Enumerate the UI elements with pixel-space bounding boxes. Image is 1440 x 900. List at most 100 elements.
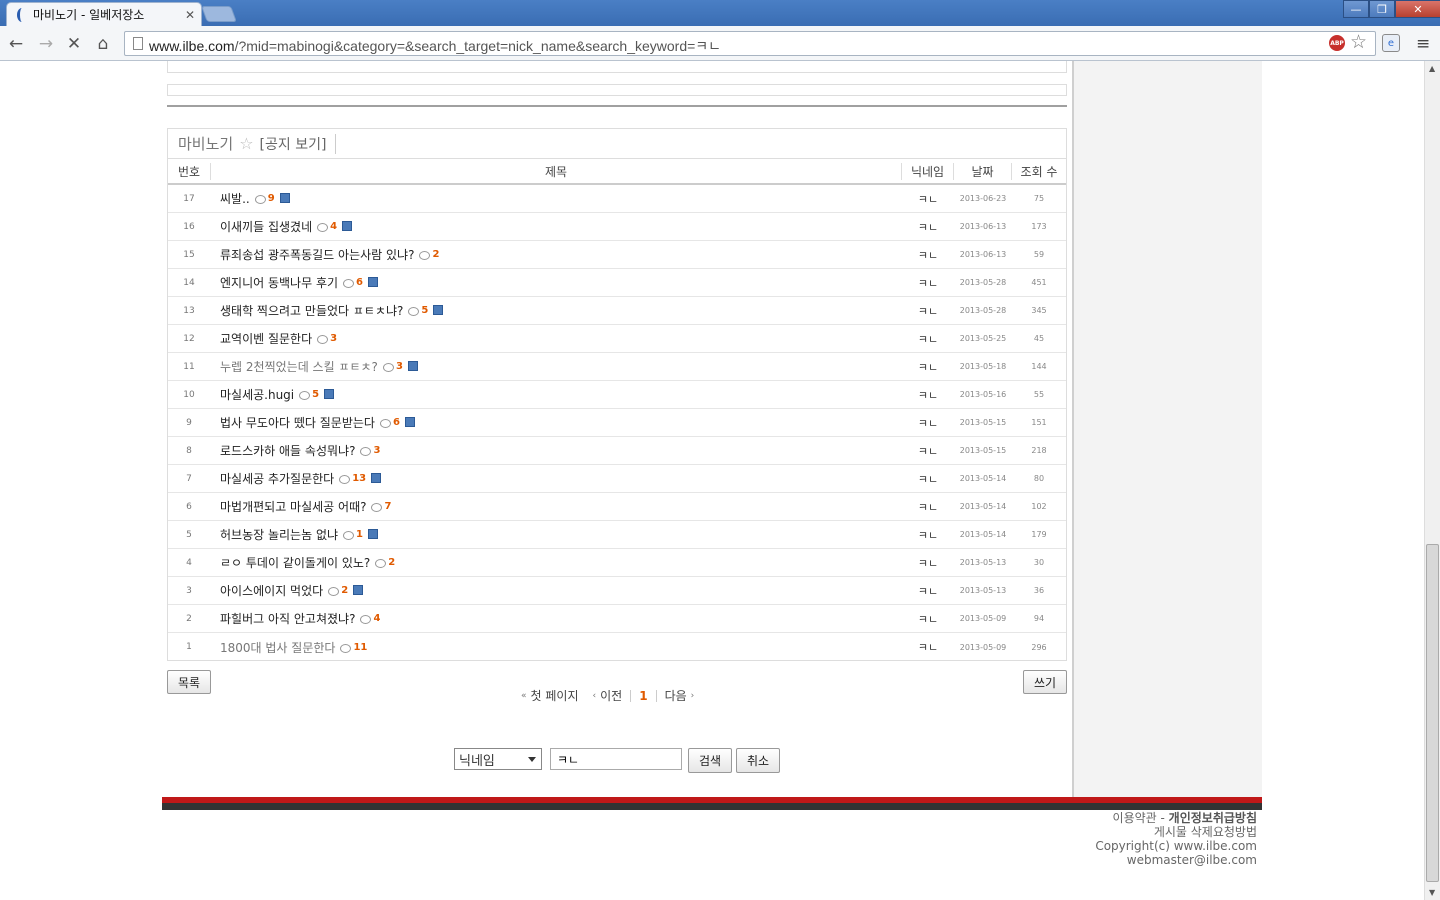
table-row[interactable]: 3 아이스에이지 먹었다 2 ㅋㄴ 2013-05-13 36 (168, 577, 1066, 605)
col-views[interactable]: 조회 수 (1012, 163, 1066, 180)
cancel-button[interactable]: 취소 (736, 748, 780, 773)
post-title-link[interactable]: 이새끼들 집생겼네 (220, 218, 312, 235)
post-title-cell[interactable]: 교역이벤 질문한다 3 (210, 330, 902, 347)
table-row[interactable]: 15 류죄송섭 광주폭동길드 아는사람 있냐? 2 ㅋㄴ 2013-06-13 59 (168, 241, 1066, 269)
browser-tab[interactable]: 마비노기 - 일베저장소 ✕ (6, 2, 202, 26)
post-title-link[interactable]: 엔지니어 동백나무 후기 (220, 274, 338, 291)
adblock-icon[interactable]: ABP (1329, 35, 1345, 51)
post-title-link[interactable]: 허브농장 놀리는놈 없냐 (220, 526, 338, 543)
terms-link[interactable]: 이용약관 (1113, 811, 1157, 825)
extension-icon[interactable]: e (1382, 34, 1400, 52)
back-icon[interactable]: ← (6, 34, 26, 54)
table-row[interactable]: 12 교역이벤 질문한다 3 ㅋㄴ 2013-05-25 45 (168, 325, 1066, 353)
post-author[interactable]: ㅋㄴ (902, 527, 954, 543)
post-author[interactable]: ㅋㄴ (902, 387, 954, 403)
table-row[interactable]: 13 생태학 찍으려고 만들었다 ㅍㅌㅊ냐? 5 ㅋㄴ 2013-05-28 345 (168, 297, 1066, 325)
post-title-link[interactable]: ㄹㅇ 투데이 같이돌게이 있노? (220, 554, 370, 571)
post-title-link[interactable]: 생태학 찍으려고 만들었다 ㅍㅌㅊ냐? (220, 302, 403, 319)
post-author[interactable]: ㅋㄴ (902, 639, 954, 655)
post-author[interactable]: ㅋㄴ (902, 247, 954, 263)
table-row[interactable]: 11 누렙 2천찍었는데 스킬 ㅍㅌㅊ? 3 ㅋㄴ 2013-05-18 144 (168, 353, 1066, 381)
address-bar[interactable]: www.ilbe.com/?mid=mabinogi&category=&sea… (124, 31, 1376, 56)
stop-icon[interactable]: ✕ (64, 34, 84, 54)
prev-page-link[interactable]: 이전 (600, 687, 622, 704)
post-title-link[interactable]: 파힐버그 아직 안고쳐졌냐? (220, 610, 355, 627)
post-author[interactable]: ㅋㄴ (902, 191, 954, 207)
search-input[interactable] (550, 748, 682, 770)
post-title-cell[interactable]: 파힐버그 아직 안고쳐졌냐? 4 (210, 610, 902, 627)
post-title-cell[interactable]: 아이스에이지 먹었다 2 (210, 582, 902, 599)
scroll-down-icon[interactable]: ▼ (1429, 888, 1435, 897)
post-title-cell[interactable]: ㄹㅇ 투데이 같이돌게이 있노? 2 (210, 554, 902, 571)
table-row[interactable]: 6 마법개편되고 마실세공 어때? 7 ㅋㄴ 2013-05-14 102 (168, 493, 1066, 521)
post-title-link[interactable]: 류죄송섭 광주폭동길드 아는사람 있냐? (220, 246, 414, 263)
post-author[interactable]: ㅋㄴ (902, 443, 954, 459)
table-row[interactable]: 5 허브농장 놀리는놈 없냐 1 ㅋㄴ 2013-05-14 179 (168, 521, 1066, 549)
table-row[interactable]: 7 마실세공 추가질문한다 13 ㅋㄴ 2013-05-14 80 (168, 465, 1066, 493)
col-date[interactable]: 날짜 (954, 162, 1012, 180)
write-button[interactable]: 쓰기 (1023, 670, 1067, 694)
scrollbar-thumb[interactable] (1426, 544, 1439, 882)
minimize-button[interactable]: — (1343, 0, 1369, 18)
post-title-link[interactable]: 아이스에이지 먹었다 (220, 582, 323, 599)
privacy-link[interactable]: 개인정보취급방침 (1169, 811, 1257, 825)
post-author[interactable]: ㅋㄴ (902, 471, 954, 487)
post-author[interactable]: ㅋㄴ (902, 611, 954, 627)
maximize-button[interactable]: ❐ (1369, 0, 1395, 18)
post-title-link[interactable]: 마법개편되고 마실세공 어때? (220, 498, 366, 515)
scroll-up-icon[interactable]: ▲ (1429, 64, 1435, 73)
table-row[interactable]: 17 씨발.. 9 ㅋㄴ 2013-06-23 75 (168, 185, 1066, 213)
post-author[interactable]: ㅋㄴ (902, 275, 954, 291)
post-author[interactable]: ㅋㄴ (902, 219, 954, 235)
list-button[interactable]: 목록 (167, 670, 211, 694)
post-title-link[interactable]: 교역이벤 질문한다 (220, 330, 312, 347)
post-author[interactable]: ㅋㄴ (902, 499, 954, 515)
post-title-cell[interactable]: 씨발.. 9 (210, 190, 902, 207)
post-title-link[interactable]: 씨발.. (220, 190, 250, 207)
search-target-select[interactable]: 닉네임 (454, 748, 542, 770)
post-title-cell[interactable]: 마실세공.hugi 5 (210, 386, 902, 403)
window-close-button[interactable]: ✕ (1395, 0, 1440, 18)
table-row[interactable]: 1 1800대 법사 질문한다 11 ㅋㄴ 2013-05-09 296 (168, 633, 1066, 661)
post-title-cell[interactable]: 엔지니어 동백나무 후기 6 (210, 274, 902, 291)
table-row[interactable]: 2 파힐버그 아직 안고쳐졌냐? 4 ㅋㄴ 2013-05-09 94 (168, 605, 1066, 633)
post-author[interactable]: ㅋㄴ (902, 555, 954, 571)
bookmark-star-icon[interactable]: ☆ (1350, 31, 1367, 53)
table-row[interactable]: 16 이새끼들 집생겼네 4 ㅋㄴ 2013-06-13 173 (168, 213, 1066, 241)
post-title-cell[interactable]: 마법개편되고 마실세공 어때? 7 (210, 498, 902, 515)
post-title-cell[interactable]: 허브농장 놀리는놈 없냐 1 (210, 526, 902, 543)
post-title-cell[interactable]: 이새끼들 집생겼네 4 (210, 218, 902, 235)
menu-icon[interactable]: ≡ (1416, 34, 1430, 54)
current-page[interactable]: 1 (639, 689, 647, 703)
next-page-link[interactable]: 다음 (665, 687, 687, 704)
webmaster-email[interactable]: webmaster@ilbe.com (1127, 853, 1257, 867)
delete-request-link[interactable]: 게시물 삭제요청방법 (1154, 825, 1257, 839)
url-text[interactable]: www.ilbe.com/?mid=mabinogi&category=&sea… (149, 36, 721, 56)
table-row[interactable]: 8 로드스카하 애들 속성뭐냐? 3 ㅋㄴ 2013-05-15 218 (168, 437, 1066, 465)
post-title-link[interactable]: 1800대 법사 질문한다 (220, 639, 335, 656)
post-author[interactable]: ㅋㄴ (902, 303, 954, 319)
post-title-link[interactable]: 누렙 2천찍었는데 스킬 ㅍㅌㅊ? (220, 358, 378, 375)
table-row[interactable]: 4 ㄹㅇ 투데이 같이돌게이 있노? 2 ㅋㄴ 2013-05-13 30 (168, 549, 1066, 577)
home-icon[interactable]: ⌂ (93, 34, 113, 54)
new-tab-button[interactable] (201, 6, 237, 22)
vertical-scrollbar[interactable]: ▲ ▼ (1424, 61, 1440, 900)
tab-close-icon[interactable]: ✕ (185, 8, 195, 22)
post-author[interactable]: ㅋㄴ (902, 331, 954, 347)
search-button[interactable]: 검색 (688, 748, 732, 773)
post-title-cell[interactable]: 류죄송섭 광주폭동길드 아는사람 있냐? 2 (210, 246, 902, 263)
post-title-link[interactable]: 마실세공.hugi (220, 386, 294, 403)
table-row[interactable]: 9 법사 무도아다 뗐다 질문받는다 6 ㅋㄴ 2013-05-15 151 (168, 409, 1066, 437)
favorite-star-icon[interactable]: ☆ (239, 134, 253, 153)
table-row[interactable]: 14 엔지니어 동백나무 후기 6 ㅋㄴ 2013-05-28 451 (168, 269, 1066, 297)
post-title-cell[interactable]: 법사 무도아다 뗐다 질문받는다 6 (210, 414, 902, 431)
post-author[interactable]: ㅋㄴ (902, 359, 954, 375)
table-row[interactable]: 10 마실세공.hugi 5 ㅋㄴ 2013-05-16 55 (168, 381, 1066, 409)
board-name[interactable]: 마비노기 (178, 133, 233, 154)
post-title-cell[interactable]: 로드스카하 애들 속성뭐냐? 3 (210, 442, 902, 459)
post-author[interactable]: ㅋㄴ (902, 583, 954, 599)
post-title-link[interactable]: 로드스카하 애들 속성뭐냐? (220, 442, 355, 459)
post-title-cell[interactable]: 1800대 법사 질문한다 11 (210, 639, 902, 656)
first-page-link[interactable]: 첫 페이지 (531, 687, 579, 704)
post-title-link[interactable]: 마실세공 추가질문한다 (220, 470, 334, 487)
